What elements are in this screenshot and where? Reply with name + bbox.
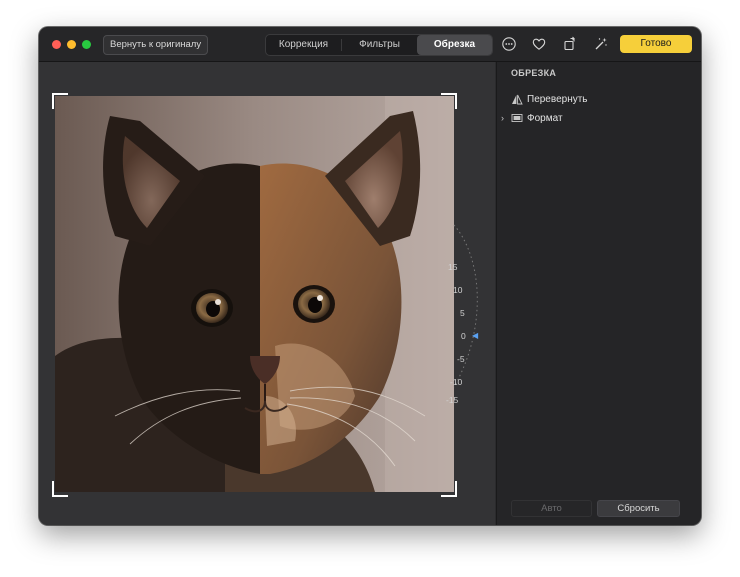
tab-filters[interactable]: Фильтры — [342, 35, 417, 55]
edit-mode-tabs: Коррекция Фильтры Обрезка — [265, 34, 493, 56]
photos-edit-window: Вернуть к оригиналу Коррекция Фильтры Об… — [39, 27, 701, 525]
crop-handle-bottom-right[interactable] — [441, 481, 457, 497]
aspect-ratio-icon — [511, 114, 523, 122]
revert-to-original-button[interactable]: Вернуть к оригиналу — [103, 35, 209, 55]
auto-button[interactable]: Авто — [511, 500, 592, 517]
magic-wand-icon[interactable] — [593, 36, 609, 52]
sidebar-title: ОБРЕЗКА — [511, 68, 557, 78]
dial-label-minus-5: -5 — [457, 354, 465, 364]
dial-label-minus-15: -15 — [446, 395, 459, 405]
dial-label-10: 10 — [453, 285, 463, 295]
minimize-button[interactable] — [67, 40, 76, 49]
aspect-format-item[interactable]: Формат — [511, 111, 563, 125]
close-button[interactable] — [52, 40, 61, 49]
flip-icon — [512, 94, 523, 104]
flip-label: Перевернуть — [527, 93, 588, 105]
dial-label-5: 5 — [460, 308, 465, 318]
tab-crop[interactable]: Обрезка — [417, 35, 492, 55]
crop-handle-bottom-left[interactable] — [52, 481, 68, 497]
dial-indicator-icon: ◀ — [472, 331, 479, 340]
flip-button[interactable]: Перевернуть — [511, 92, 588, 106]
dial-label-15: 15 — [448, 262, 458, 272]
crop-handle-top-left[interactable] — [52, 93, 68, 109]
crop-sidebar: ОБРЕЗКА Перевернуть › Формат Авто Сброси… — [496, 62, 701, 525]
zoom-button[interactable] — [82, 40, 91, 49]
dial-label-minus-10: -10 — [450, 377, 463, 387]
straighten-dial[interactable]: 15 10 5 0 ◀ -5 -10 -15 — [446, 207, 496, 407]
kitten-photo[interactable] — [55, 96, 454, 492]
rotate-icon[interactable] — [562, 36, 578, 52]
done-button[interactable]: Готово — [620, 35, 692, 53]
chevron-right-icon[interactable]: › — [501, 111, 504, 125]
toolbar: Вернуть к оригиналу Коррекция Фильтры Об… — [39, 27, 701, 62]
image-canvas: 15 10 5 0 ◀ -5 -10 -15 — [39, 62, 495, 525]
dial-label-0: 0 — [461, 331, 466, 341]
format-label: Формат — [527, 112, 563, 124]
heart-icon[interactable] — [531, 36, 547, 52]
reset-button[interactable]: Сбросить — [597, 500, 680, 517]
tab-adjust[interactable]: Коррекция — [266, 35, 341, 55]
more-icon[interactable] — [501, 36, 517, 52]
crop-handle-top-right[interactable] — [441, 93, 457, 109]
